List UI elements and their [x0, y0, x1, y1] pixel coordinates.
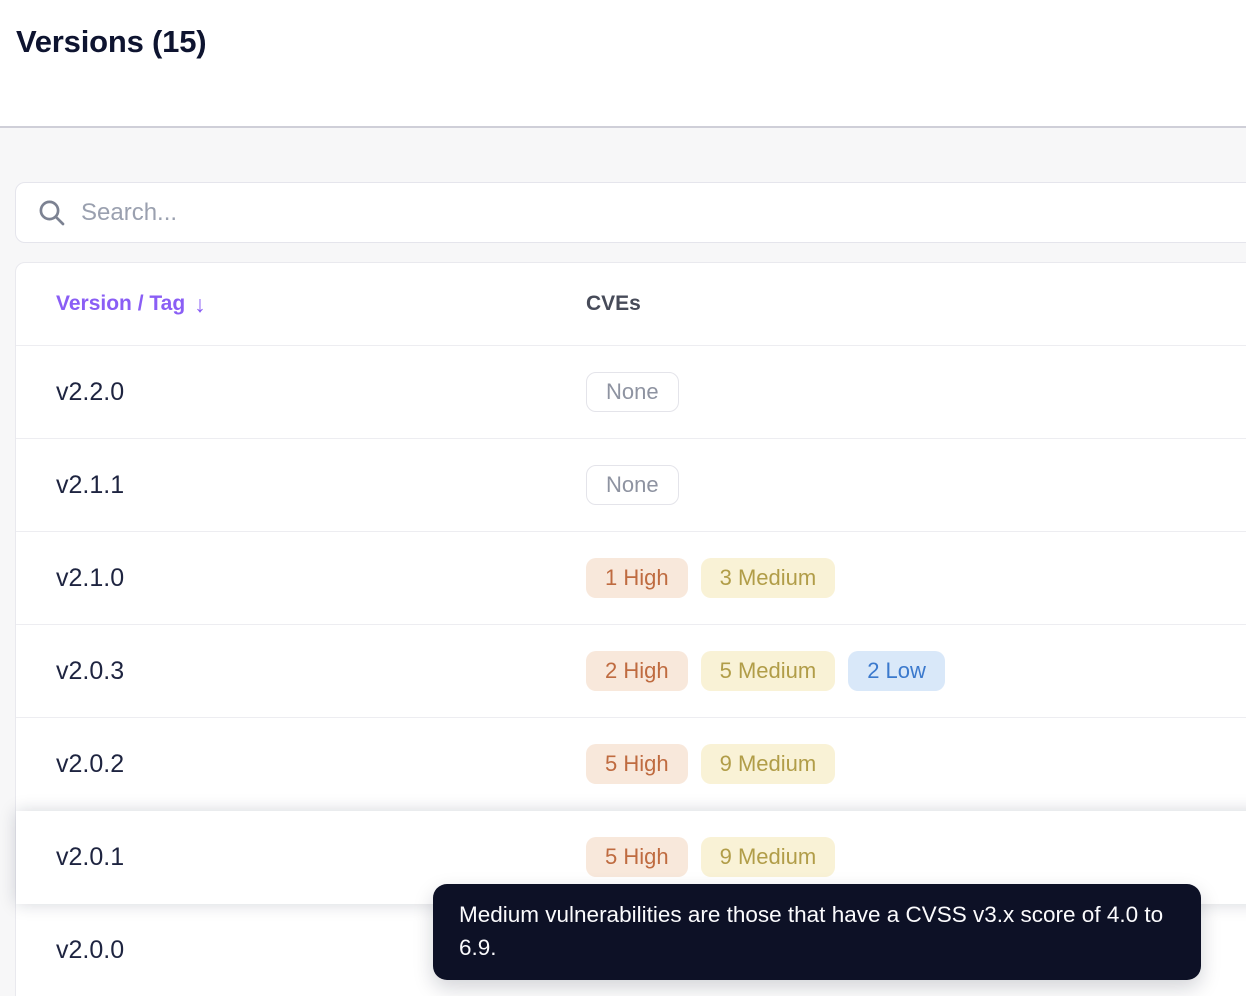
version-label: v2.0.0: [56, 935, 125, 964]
cve-badge-none[interactable]: None: [586, 372, 679, 412]
version-cell: v2.2.0: [16, 378, 586, 407]
version-label: v2.1.0: [56, 563, 125, 592]
version-label: v2.1.1: [56, 470, 125, 499]
search-input[interactable]: [81, 198, 1246, 227]
table-row[interactable]: v2.1.1 None: [16, 439, 1246, 532]
version-cell: v2.0.2: [16, 750, 586, 779]
table-row[interactable]: v2.2.0 None: [16, 346, 1246, 439]
version-label: v2.0.3: [56, 656, 125, 685]
cve-badge-medium[interactable]: 9 Medium: [700, 744, 836, 784]
version-cell: v2.0.3: [16, 657, 586, 686]
version-label: v2.0.2: [56, 749, 125, 778]
cves-cell: 5 High 9 Medium: [586, 744, 1246, 784]
cves-cell: 5 High 9 Medium: [586, 837, 1246, 877]
search-box[interactable]: [15, 182, 1246, 243]
table-row[interactable]: v2.0.2 5 High 9 Medium: [16, 718, 1246, 811]
version-cell: v2.1.0: [16, 564, 586, 593]
cves-cell: None: [586, 465, 1246, 505]
cve-badge-high[interactable]: 5 High: [586, 837, 688, 877]
table-row[interactable]: v2.0.3 2 High 5 Medium 2 Low: [16, 625, 1246, 718]
cves-header-cell: CVEs: [586, 292, 1246, 316]
cve-badge-high[interactable]: 1 High: [586, 558, 688, 598]
cve-badge-medium[interactable]: 3 Medium: [700, 558, 836, 598]
page-header: Versions (15): [0, 0, 1246, 128]
sort-by-version-button[interactable]: Version / Tag ↓: [56, 291, 206, 318]
search-icon: [38, 199, 66, 227]
version-label: v2.2.0: [56, 377, 125, 406]
cves-cell: 1 High 3 Medium: [586, 558, 1246, 598]
cves-cell: 2 High 5 Medium 2 Low: [586, 651, 1246, 691]
table-row[interactable]: v2.1.0 1 High 3 Medium: [16, 532, 1246, 625]
version-cell: v2.1.1: [16, 471, 586, 500]
version-cell: v2.0.1: [16, 843, 586, 872]
cves-column-label: CVEs: [586, 292, 641, 315]
cve-badge-none[interactable]: None: [586, 465, 679, 505]
cve-badge-high[interactable]: 5 High: [586, 744, 688, 784]
version-label: v2.0.1: [56, 842, 125, 871]
medium-cve-tooltip: Medium vulnerabilities are those that ha…: [433, 884, 1201, 981]
cve-badge-low[interactable]: 2 Low: [848, 651, 945, 691]
sort-descending-arrow-icon: ↓: [194, 290, 206, 317]
table-header-row: Version / Tag ↓ CVEs: [16, 263, 1246, 346]
version-column-label: Version / Tag: [56, 292, 186, 315]
version-header-cell: Version / Tag ↓: [16, 291, 586, 318]
cve-badge-medium[interactable]: 5 Medium: [700, 651, 836, 691]
page-title: Versions (15): [16, 24, 207, 59]
cve-badge-medium[interactable]: 9 Medium: [700, 837, 836, 877]
tooltip-text: Medium vulnerabilities are those that ha…: [459, 902, 1164, 961]
cve-badge-high[interactable]: 2 High: [586, 651, 688, 691]
cves-cell: None: [586, 372, 1246, 412]
